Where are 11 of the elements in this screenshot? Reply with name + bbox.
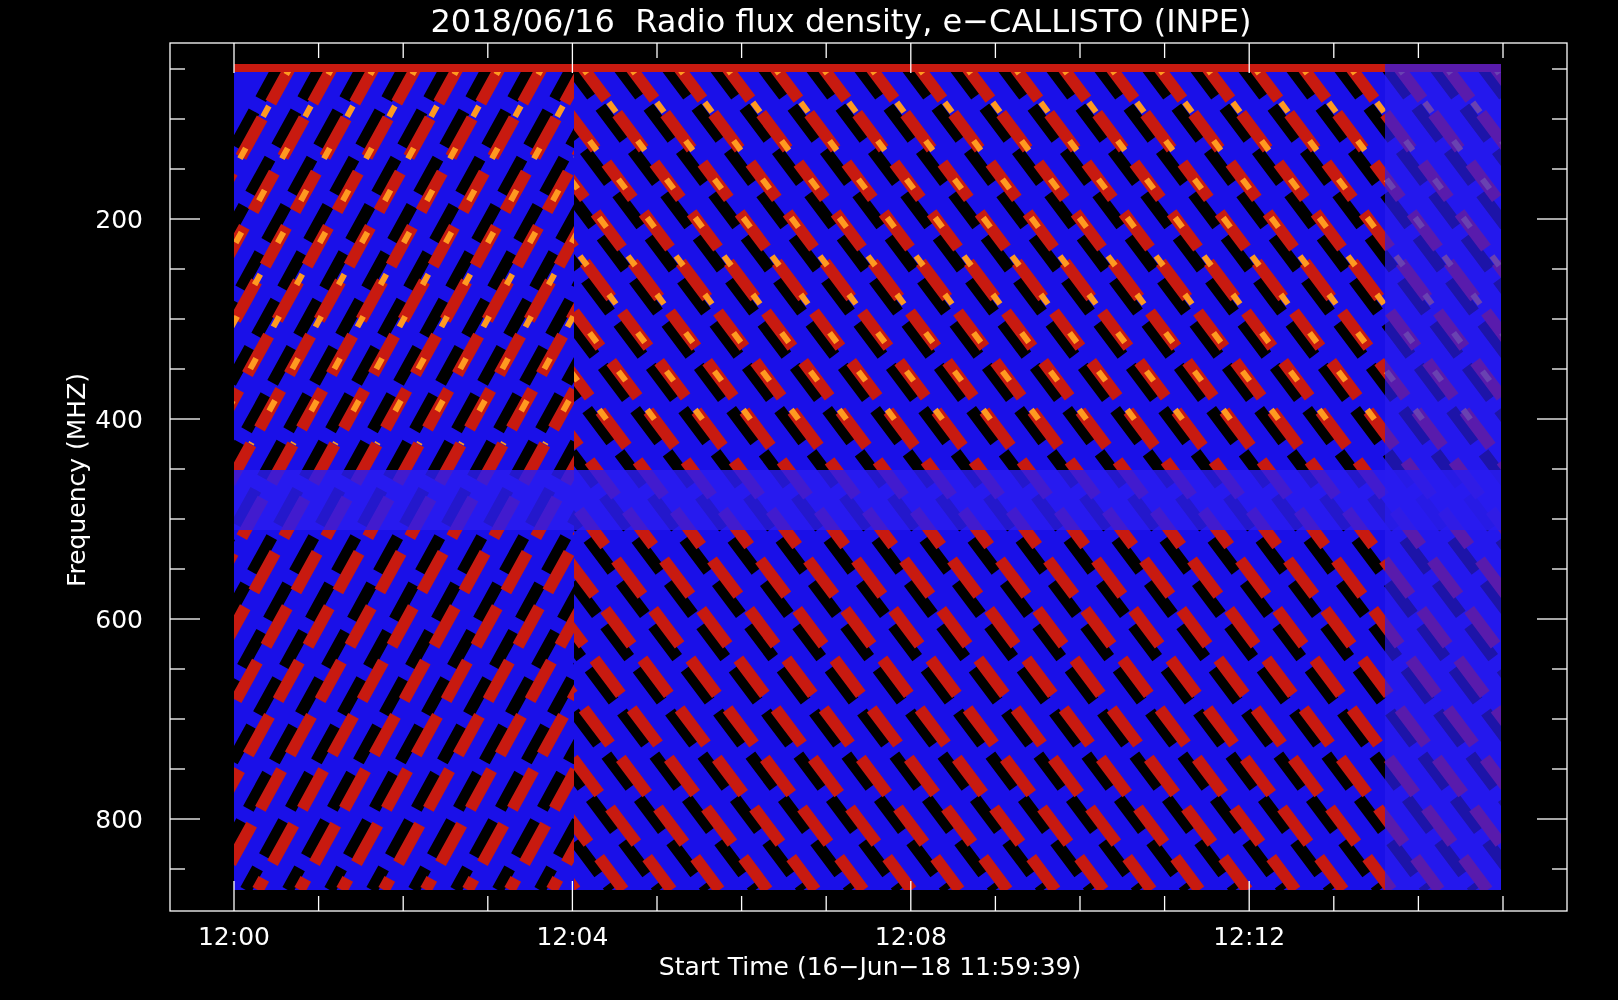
x-tick-label: 12:00 [198, 922, 270, 951]
y-axis-label: Frequency (MHZ) [62, 372, 91, 588]
y-tick-label: 600 [95, 605, 143, 634]
y-tick-label: 400 [95, 405, 143, 434]
x-tick-label: 12:12 [1213, 922, 1286, 951]
x-tick-label: 12:04 [536, 922, 609, 951]
x-axis-label: Start Time (16−Jun−18 11:59:39) [658, 952, 1082, 981]
chart-title: 2018/06/16 Radio flux density, e−CALLISTO (INPE) [430, 2, 1252, 40]
x-tick-label: 12:08 [874, 922, 947, 951]
y-tick-label: 200 [95, 205, 143, 234]
y-tick-label: 800 [95, 805, 143, 834]
